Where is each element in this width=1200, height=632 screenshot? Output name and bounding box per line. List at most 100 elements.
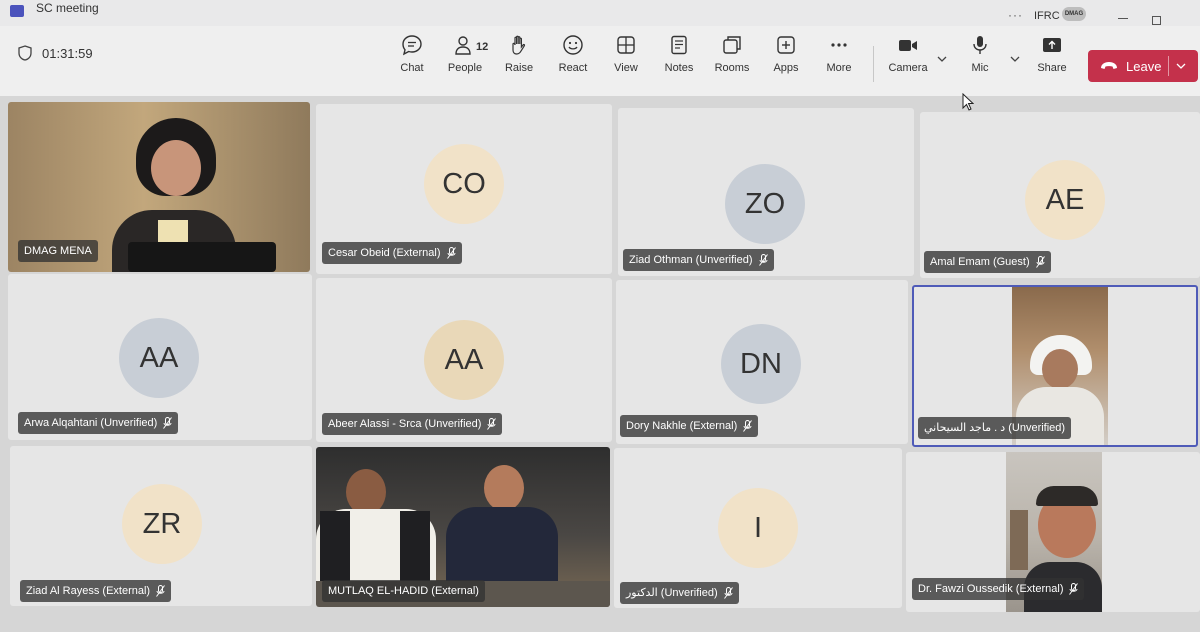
- participant-tile[interactable]: DMAG MENA: [8, 102, 310, 272]
- participant-tile[interactable]: Dr. Fawzi Oussedik (External): [906, 452, 1200, 612]
- restore-icon[interactable]: [1152, 16, 1161, 25]
- camera-icon: [899, 40, 917, 51]
- participant-name: د . ماجد السيحاني (Unverified): [918, 417, 1072, 439]
- add-apps-icon: [777, 36, 795, 54]
- rooms-label: Rooms: [714, 62, 750, 74]
- participant-name: Dr. Fawzi Oussedik (External): [912, 578, 1085, 600]
- participant-name: Ziad Al Rayess (External): [20, 580, 172, 602]
- leave-options-chevron-icon[interactable]: [1176, 61, 1186, 71]
- ellipsis-icon: [831, 43, 847, 47]
- react-button[interactable]: React: [546, 34, 600, 74]
- participant-tile[interactable]: CO Cesar Obeid (External): [316, 104, 612, 274]
- share-button[interactable]: Share: [1025, 34, 1079, 74]
- minimize-icon[interactable]: [1118, 18, 1128, 19]
- grid-view-icon: [617, 36, 635, 54]
- avatar: DN: [721, 324, 801, 404]
- avatar: ZR: [122, 484, 202, 564]
- participant-name: Arwa Alqahtani (Unverified): [18, 412, 179, 434]
- view-button[interactable]: View: [599, 34, 653, 74]
- mic-off-icon: [1069, 583, 1079, 595]
- mic-off-icon: [758, 254, 768, 266]
- participant-name: الدكتور (Unverified): [620, 582, 739, 604]
- mouse-cursor-icon: [962, 93, 974, 111]
- share-label: Share: [1037, 62, 1067, 74]
- more-options-icon[interactable]: ···: [1008, 8, 1023, 22]
- background-shelf: [1010, 510, 1028, 570]
- avatar: AE: [1025, 160, 1105, 240]
- people-button[interactable]: 12 People: [438, 34, 492, 74]
- chat-icon: [402, 35, 422, 56]
- rooms-icon: [723, 36, 741, 54]
- mic-off-icon: [487, 418, 497, 430]
- participant-name: DMAG MENA: [18, 240, 98, 262]
- chat-button[interactable]: Chat: [385, 34, 439, 74]
- chat-label: Chat: [400, 62, 424, 74]
- participant-tile-active-speaker[interactable]: د . ماجد السيحاني (Unverified): [912, 285, 1198, 447]
- elapsed-time: 01:31:59: [42, 45, 93, 61]
- leave-button[interactable]: Leave: [1088, 50, 1198, 82]
- person-face: [1042, 349, 1078, 389]
- people-label: People: [447, 62, 483, 74]
- phone-in-hand: [128, 242, 276, 272]
- meeting-toolbar: 01:31:59 Chat 12 People Raise React View…: [0, 26, 1200, 96]
- notes-icon: [671, 35, 687, 55]
- avatar: I: [718, 488, 798, 568]
- hand-icon: [512, 35, 526, 55]
- participant-name: Ziad Othman (Unverified): [623, 249, 774, 271]
- participant-name: Cesar Obeid (External): [322, 242, 462, 264]
- react-label: React: [558, 62, 588, 74]
- more-label: More: [826, 62, 852, 74]
- leave-divider: [1168, 56, 1169, 76]
- hang-up-icon: [1101, 62, 1117, 69]
- leave-label: Leave: [1126, 58, 1162, 74]
- participant-name: Dory Nakhle (External): [620, 415, 759, 437]
- shield-icon: [18, 45, 32, 61]
- toolbar-divider: [873, 46, 874, 82]
- mic-label: Mic: [971, 62, 989, 74]
- raise-label: Raise: [504, 62, 534, 74]
- person-right-face: [484, 465, 524, 511]
- notes-button[interactable]: Notes: [652, 34, 706, 74]
- more-button[interactable]: More: [812, 34, 866, 74]
- participant-tile[interactable]: ZO Ziad Othman (Unverified): [618, 108, 914, 276]
- raise-hand-button[interactable]: Raise: [492, 34, 546, 74]
- teams-logo-icon: [10, 5, 24, 17]
- camera-button[interactable]: Camera: [881, 34, 935, 74]
- mic-off-icon: [1035, 256, 1045, 268]
- org-name: IFRC: [1034, 10, 1060, 22]
- mic-options-chevron-icon[interactable]: [1010, 54, 1020, 64]
- share-screen-icon: [1043, 38, 1061, 52]
- mic-button[interactable]: Mic: [953, 34, 1007, 74]
- meeting-timer: 01:31:59: [18, 45, 93, 61]
- account-avatar[interactable]: DMAG: [1062, 7, 1086, 21]
- mic-off-icon: [163, 417, 173, 429]
- meeting-title: SC meeting: [36, 1, 99, 15]
- participant-tile[interactable]: MUTLAQ EL-HADID (External): [316, 447, 610, 607]
- camera-options-chevron-icon[interactable]: [937, 54, 947, 64]
- smiley-icon: [563, 35, 583, 55]
- participant-tile[interactable]: AA Arwa Alqahtani (Unverified): [8, 274, 312, 440]
- mic-off-icon: [156, 585, 166, 597]
- avatar: ZO: [725, 164, 805, 244]
- person-hair: [1036, 486, 1098, 506]
- avatar: AA: [424, 320, 504, 400]
- camera-label: Camera: [888, 62, 928, 74]
- participant-tile[interactable]: ZR Ziad Al Rayess (External): [10, 446, 312, 606]
- participant-name: MUTLAQ EL-HADID (External): [322, 580, 485, 602]
- participant-tile[interactable]: AA Abeer Alassi - Srca (Unverified): [316, 278, 612, 442]
- avatar: CO: [424, 144, 504, 224]
- view-label: View: [614, 62, 638, 74]
- participant-tile[interactable]: AE Amal Emam (Guest): [920, 112, 1200, 278]
- participant-tile[interactable]: DN Dory Nakhle (External): [616, 280, 908, 444]
- person-face: [151, 140, 201, 196]
- rooms-button[interactable]: Rooms: [705, 34, 759, 74]
- participant-tile[interactable]: I الدكتور (Unverified): [614, 448, 902, 608]
- participant-name: Abeer Alassi - Srca (Unverified): [322, 413, 503, 435]
- microphone-icon: [973, 36, 987, 54]
- person-right-shirt: [446, 507, 558, 587]
- mic-off-icon: [723, 587, 733, 599]
- participant-name: Amal Emam (Guest): [924, 251, 1051, 273]
- people-count: 12: [476, 41, 489, 53]
- title-bar: SC meeting ··· IFRC DMAG: [0, 0, 1200, 26]
- apps-button[interactable]: Apps: [759, 34, 813, 74]
